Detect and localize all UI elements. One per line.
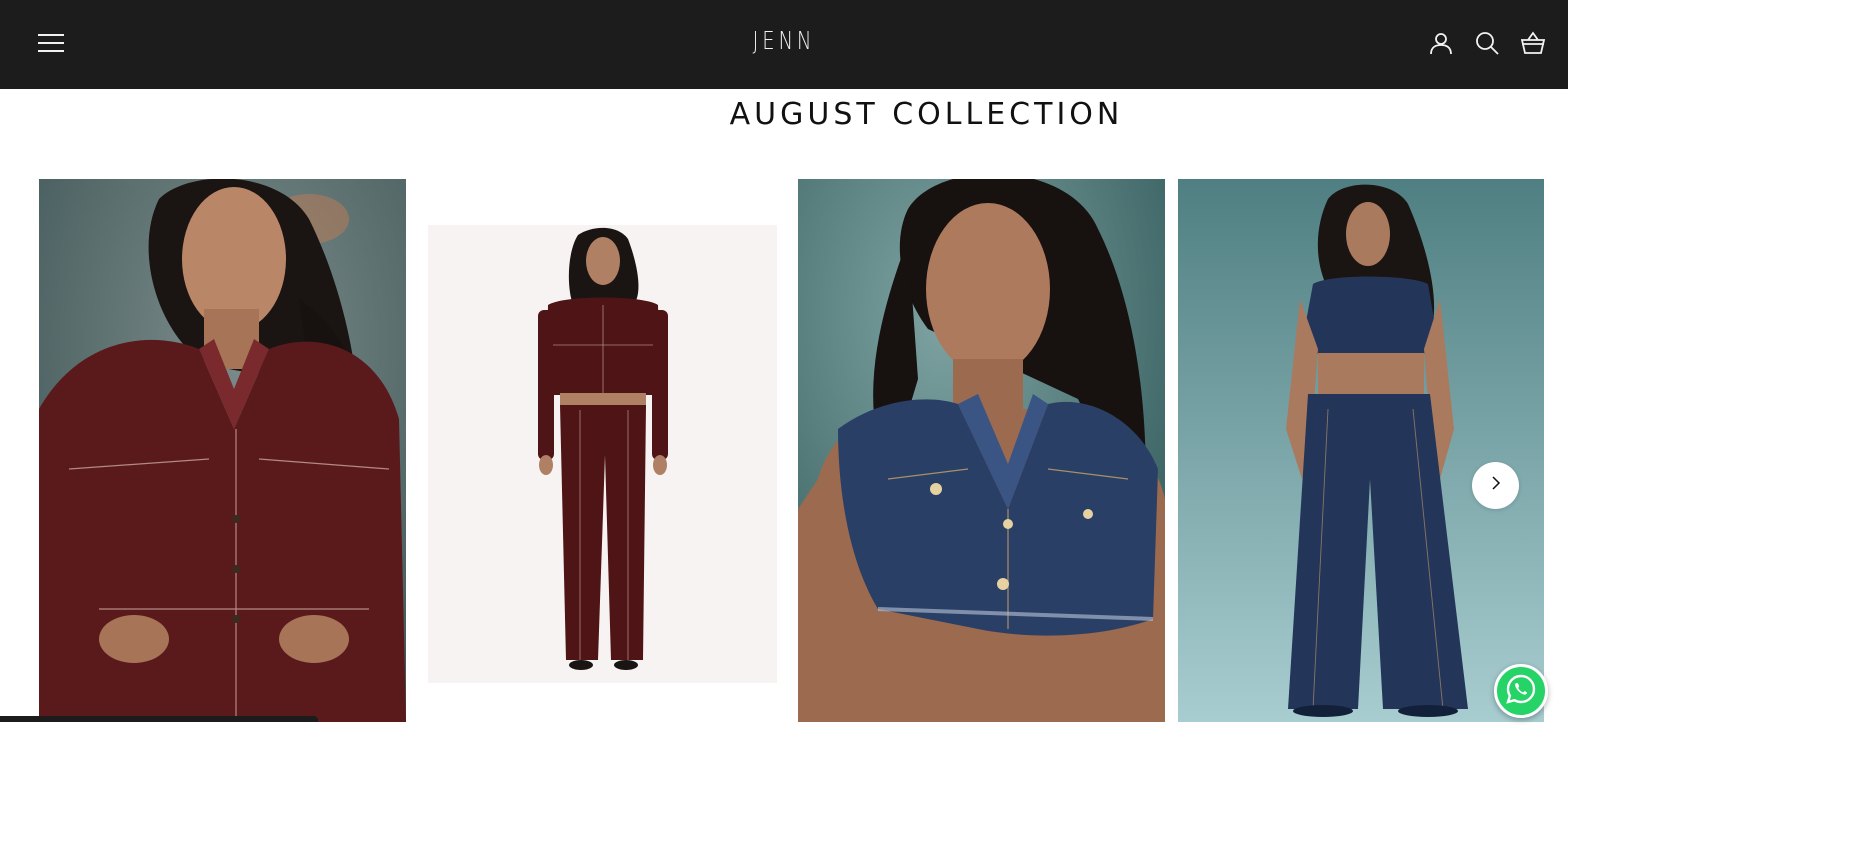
gallery-image-denim-vest[interactable] [798,179,1165,722]
carousel-next-button[interactable] [1472,462,1519,509]
chevron-right-icon [1489,476,1503,495]
product-gallery [0,0,1568,722]
whatsapp-chat-button[interactable] [1494,664,1548,718]
bottom-announcement-bar [0,716,318,722]
whatsapp-icon [1504,672,1538,711]
gallery-image-burgundy-jumpsuit[interactable] [428,225,777,683]
gallery-image-denim-look[interactable] [1178,179,1544,722]
gallery-image-burgundy-jacket[interactable] [39,179,406,722]
